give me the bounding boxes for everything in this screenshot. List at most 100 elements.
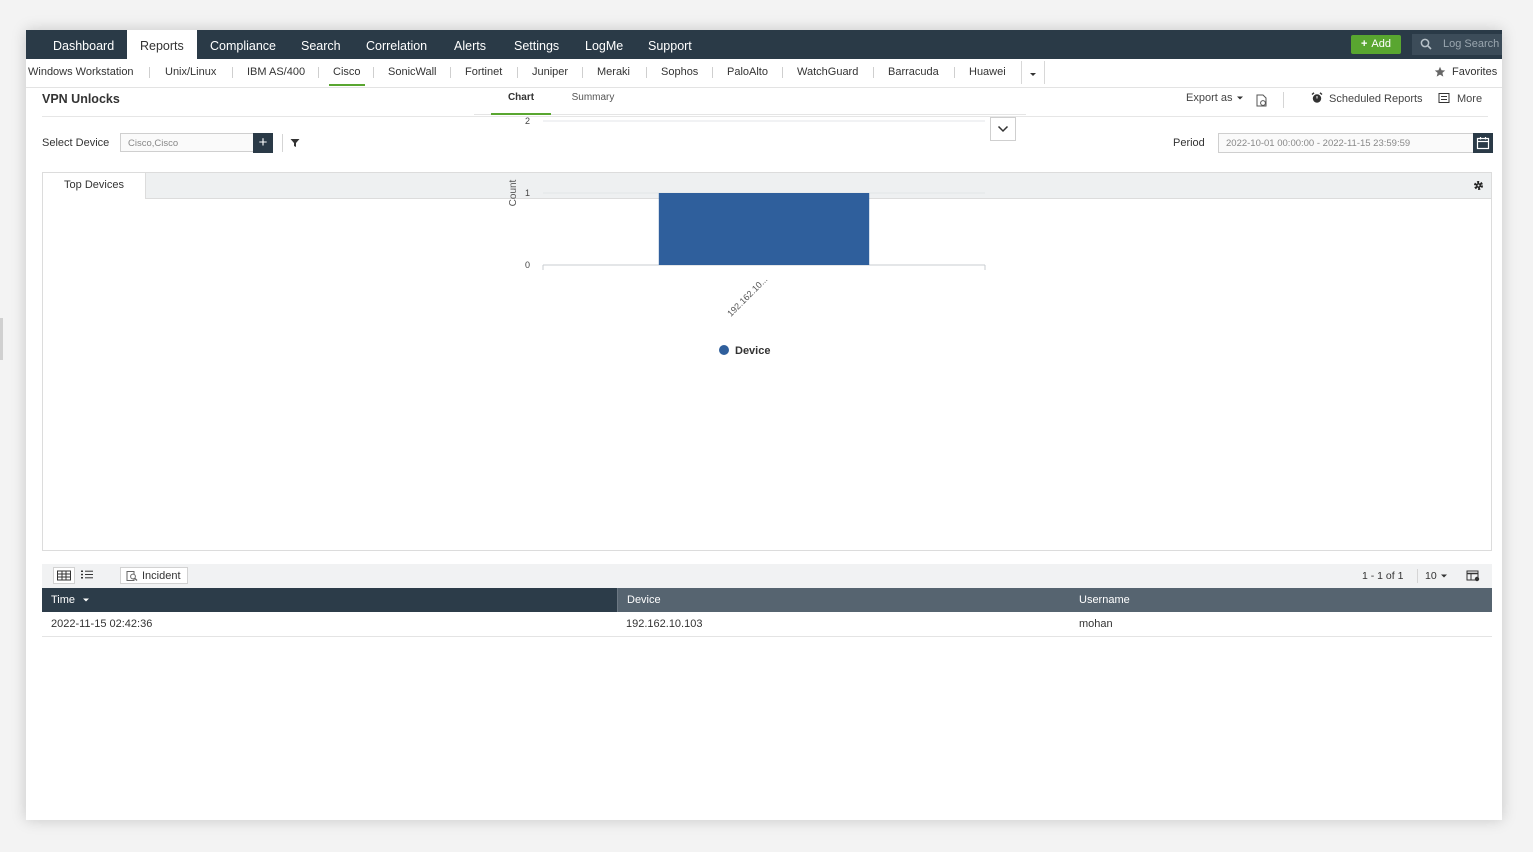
star-icon <box>1434 66 1446 77</box>
add-device-button[interactable]: + <box>253 133 273 153</box>
page-title: VPN Unlocks <box>42 92 120 106</box>
legend-marker <box>719 345 729 355</box>
subnav-item-meraki[interactable]: Meraki <box>597 59 630 87</box>
divider <box>373 67 374 78</box>
column-header-time-label: Time <box>51 594 76 606</box>
favorites-label: Favorites <box>1452 66 1498 78</box>
divider <box>873 67 874 78</box>
subnav-item-juniper[interactable]: Juniper <box>532 59 568 87</box>
subnav-item-unix-linux[interactable]: Unix/Linux <box>165 59 216 87</box>
period-input[interactable]: 2022-10-01 00:00:00 - 2022-11-15 23:59:5… <box>1218 133 1474 153</box>
divider <box>646 67 647 78</box>
divider <box>450 67 451 78</box>
calendar-button[interactable] <box>1473 133 1493 153</box>
gear-icon[interactable] <box>1472 179 1485 192</box>
column-chooser-icon[interactable] <box>1466 570 1480 582</box>
top-nav: Dashboard Reports Compliance Search Corr… <box>26 30 1502 59</box>
subnav-item-huawei[interactable]: Huawei <box>969 59 1006 87</box>
tab-support[interactable]: Support <box>635 30 705 59</box>
divider <box>318 67 319 78</box>
vendor-subnav: Windows Workstation Unix/Linux IBM AS/40… <box>26 59 1502 88</box>
period-label: Period <box>1173 137 1205 149</box>
legend-label: Device <box>735 345 770 357</box>
caret-down-icon <box>1440 574 1447 578</box>
device-input[interactable]: Cisco,Cisco <box>120 133 254 152</box>
chart-type-dropdown[interactable] <box>990 117 1016 141</box>
y-tick-label: 1 <box>525 188 530 198</box>
plus-icon: + <box>1360 38 1368 50</box>
divider <box>282 134 283 152</box>
incident-label: Incident <box>142 570 181 582</box>
subnav-item-fortinet[interactable]: Fortinet <box>465 59 502 87</box>
incident-icon <box>126 571 138 581</box>
divider <box>1417 569 1418 583</box>
subnav-item-ibm-as400[interactable]: IBM AS/400 <box>247 59 305 87</box>
tab-search[interactable]: Search <box>288 30 354 59</box>
alarm-clock-icon <box>1311 92 1323 103</box>
incident-button[interactable]: Incident <box>120 567 188 584</box>
export-as-label: Export as <box>1186 92 1233 104</box>
column-header-device[interactable]: Device <box>617 588 1070 612</box>
tab-top-devices[interactable]: Top Devices <box>43 173 146 199</box>
bar-chart: 0 1 2 Count 192.162.10... Device <box>508 116 986 357</box>
x-tick-label: 192.162.10... <box>725 274 769 318</box>
per-page-select[interactable]: 10 <box>1425 564 1448 588</box>
pdf-icon[interactable] <box>1255 94 1268 107</box>
more-label: More <box>1457 93 1483 105</box>
column-header-username[interactable]: Username <box>1070 588 1492 612</box>
grid-view-button[interactable] <box>53 567 75 584</box>
subnav-item-paloalto[interactable]: PaloAlto <box>727 59 768 87</box>
per-page-value: 10 <box>1425 570 1437 582</box>
tab-reports[interactable]: Reports <box>127 30 197 59</box>
y-tick-label: 0 <box>525 260 530 270</box>
cell-time: 2022-11-15 02:42:36 <box>51 618 153 630</box>
tab-chart[interactable]: Chart <box>491 89 551 115</box>
search-icon <box>1420 38 1432 50</box>
subnav-item-windows-workstation[interactable]: Windows Workstation <box>28 59 134 87</box>
divider <box>232 67 233 78</box>
calendar-icon <box>1476 137 1490 150</box>
app-window: Dashboard Reports Compliance Search Corr… <box>26 30 1502 820</box>
y-tick-label: 2 <box>525 116 530 126</box>
tab-logme[interactable]: LogMe <box>572 30 636 59</box>
tab-alerts[interactable]: Alerts <box>441 30 499 59</box>
select-device-label: Select Device <box>42 137 110 149</box>
more-menu-icon <box>1438 93 1450 103</box>
resize-handle[interactable] <box>0 318 3 360</box>
table-toolbar: Incident 1 - 1 of 1 10 <box>42 564 1492 588</box>
divider <box>712 67 713 78</box>
add-label: Add <box>1371 38 1391 50</box>
chevron-down-icon <box>997 125 1009 133</box>
bar <box>658 193 870 265</box>
tab-dashboard[interactable]: Dashboard <box>40 30 127 59</box>
divider <box>517 67 518 78</box>
pagination-info: 1 - 1 of 1 <box>1362 570 1404 582</box>
subnav-item-cisco[interactable]: Cisco <box>329 59 364 87</box>
log-search-input[interactable]: Log Search <box>1412 34 1502 55</box>
divider <box>954 67 955 78</box>
add-button[interactable]: + Add <box>1351 35 1401 54</box>
scheduled-reports-label: Scheduled Reports <box>1329 93 1423 105</box>
subnav-item-watchguard[interactable]: WatchGuard <box>797 59 858 87</box>
subnav-item-sophos[interactable]: Sophos <box>661 59 698 87</box>
tab-settings[interactable]: Settings <box>501 30 572 59</box>
tab-summary[interactable]: Summary <box>563 89 623 113</box>
scheduled-reports-button[interactable]: Scheduled Reports <box>1311 92 1423 105</box>
caret-down-icon <box>1236 96 1243 100</box>
y-axis-label: Count <box>508 179 519 206</box>
filter-icon[interactable] <box>290 138 300 148</box>
subnav-item-sonicwall[interactable]: SonicWall <box>388 59 437 87</box>
list-view-button[interactable] <box>77 567 99 584</box>
more-button[interactable]: More <box>1438 92 1482 105</box>
sort-desc-icon <box>83 598 90 602</box>
subnav-more-button[interactable] <box>1021 61 1045 84</box>
table-row[interactable]: 2022-11-15 02:42:36 192.162.10.103 mohan <box>42 612 1492 637</box>
tab-compliance[interactable]: Compliance <box>197 30 289 59</box>
chart-view-tabs: Chart Summary <box>474 89 1026 115</box>
subnav-item-barracuda[interactable]: Barracuda <box>888 59 939 87</box>
tab-correlation[interactable]: Correlation <box>353 30 440 59</box>
export-as-dropdown[interactable]: Export as <box>1186 92 1244 104</box>
column-header-time[interactable]: Time <box>42 588 617 612</box>
cell-device: 192.162.10.103 <box>626 618 703 630</box>
divider <box>1283 92 1284 108</box>
